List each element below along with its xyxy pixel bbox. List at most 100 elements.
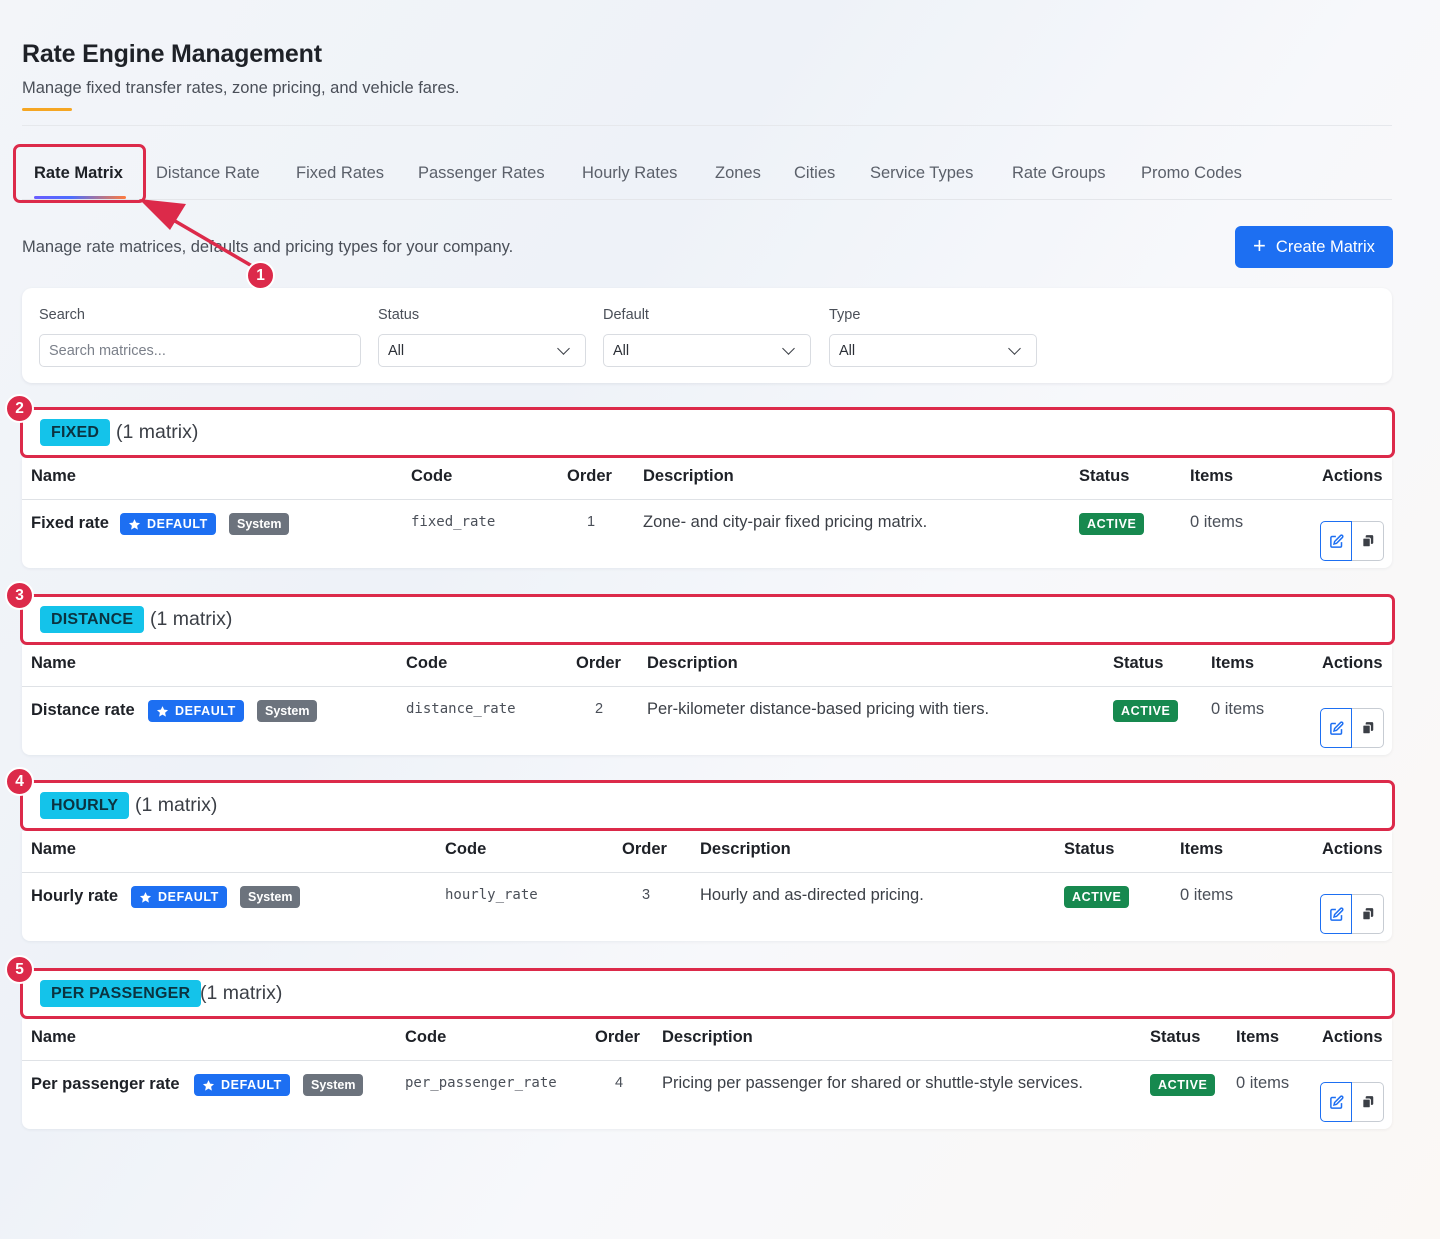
edit-button[interactable]	[1320, 894, 1352, 934]
copy-icon	[1361, 535, 1373, 548]
default-filter-select[interactable]: All	[603, 334, 811, 367]
default-filter-value: All	[613, 342, 630, 359]
type-filter-select[interactable]: All	[829, 334, 1037, 367]
copy-button[interactable]	[1352, 521, 1384, 561]
col-status: Status	[1113, 654, 1164, 672]
col-order: Order	[622, 840, 667, 858]
status-filter-select[interactable]: All	[378, 334, 586, 367]
group-type-badge: DISTANCE	[40, 606, 145, 633]
tab-hourly-rates[interactable]: Hourly Rates	[582, 164, 677, 183]
tab-fixed-rates[interactable]: Fixed Rates	[296, 164, 384, 183]
col-description: Description	[662, 1028, 753, 1046]
row-actions	[1320, 1082, 1384, 1122]
matrix-name[interactable]: Distance rate	[31, 701, 135, 720]
tab-promo-codes[interactable]: Promo Codes	[1141, 164, 1242, 183]
tab-rate-groups[interactable]: Rate Groups	[1012, 164, 1106, 183]
type-filter-label: Type	[829, 307, 861, 323]
copy-button[interactable]	[1352, 894, 1384, 934]
matrix-table-hourly: Name Code Order Description Status Items…	[22, 831, 1392, 941]
status-filter-label: Status	[378, 307, 420, 323]
edit-button[interactable]	[1320, 1082, 1352, 1122]
type-filter-value: All	[839, 342, 856, 359]
col-order: Order	[567, 467, 612, 485]
status-badge: ACTIVE	[1064, 886, 1130, 908]
col-order: Order	[576, 654, 621, 672]
chevron-down-icon	[557, 341, 570, 355]
annotation-highlight-tab	[13, 144, 146, 203]
group-type-badge: HOURLY	[40, 792, 130, 819]
col-items: Items	[1190, 467, 1234, 485]
tab-bar: Rate Matrix Distance Rate Fixed Rates Pa…	[22, 150, 1392, 200]
tab-zones[interactable]: Zones	[715, 164, 761, 183]
matrix-description: Per-kilometer distance-based pricing wit…	[647, 700, 990, 718]
matrix-order: 2	[595, 701, 604, 717]
status-filter-value: All	[388, 342, 405, 359]
edit-icon	[1329, 1094, 1344, 1109]
col-actions: Actions	[1322, 467, 1383, 485]
search-input[interactable]: Search matrices...	[39, 334, 361, 367]
default-filter-label: Default	[603, 307, 649, 323]
section-description: Manage rate matrices, defaults and prici…	[22, 238, 514, 256]
page-subtitle: Manage fixed transfer rates, zone pricin…	[22, 79, 460, 97]
default-badge: DEFAULT	[194, 1074, 290, 1096]
create-matrix-button[interactable]: + Create Matrix	[1235, 226, 1393, 268]
header-divider	[22, 125, 1392, 126]
edit-icon	[1329, 533, 1344, 548]
default-badge: DEFAULT	[148, 700, 244, 722]
annotation-marker: 4	[5, 767, 34, 796]
col-status: Status	[1064, 840, 1115, 858]
header-divider	[22, 686, 1392, 687]
status-badge: ACTIVE	[1113, 700, 1179, 722]
default-badge: DEFAULT	[131, 886, 227, 908]
matrix-order: 4	[615, 1075, 624, 1091]
search-label: Search	[39, 307, 85, 323]
star-icon	[139, 891, 152, 903]
matrix-table-fixed: Name Code Order Description Status Items…	[22, 458, 1392, 568]
rate-engine-page: Rate Engine Management Manage fixed tran…	[0, 0, 1440, 1239]
status-badge: ACTIVE	[1150, 1074, 1216, 1096]
col-name: Name	[31, 467, 76, 485]
matrix-items: 0 items	[1211, 700, 1265, 718]
tab-passenger-rates[interactable]: Passenger Rates	[418, 164, 545, 183]
group-header-fixed: FIXED (1 matrix)	[20, 407, 1395, 458]
col-description: Description	[643, 467, 734, 485]
tab-service-types[interactable]: Service Types	[870, 164, 973, 183]
row-actions	[1320, 894, 1384, 934]
matrix-name[interactable]: Per passenger rate	[31, 1075, 180, 1094]
matrix-description: Zone- and city-pair fixed pricing matrix…	[643, 513, 928, 531]
matrix-table-per-passenger: Name Code Order Description Status Items…	[22, 1019, 1392, 1129]
group-header-hourly: HOURLY (1 matrix)	[20, 780, 1395, 831]
annotation-marker: 3	[5, 581, 34, 610]
group-type-badge: FIXED	[40, 419, 111, 446]
copy-icon	[1361, 908, 1373, 921]
default-badge-label: DEFAULT	[158, 890, 219, 904]
default-badge-label: DEFAULT	[221, 1078, 282, 1092]
copy-icon	[1361, 722, 1373, 735]
col-code: Code	[405, 1028, 447, 1046]
col-name: Name	[31, 1028, 76, 1046]
matrix-name[interactable]: Hourly rate	[31, 887, 118, 906]
tab-cities[interactable]: Cities	[794, 164, 835, 183]
matrix-items: 0 items	[1190, 513, 1244, 531]
matrix-order: 1	[587, 514, 596, 530]
col-actions: Actions	[1322, 654, 1383, 672]
edit-button[interactable]	[1320, 521, 1352, 561]
matrix-code: fixed_rate	[411, 514, 496, 530]
matrix-order: 3	[642, 887, 651, 903]
matrix-items: 0 items	[1236, 1074, 1290, 1092]
group-header-distance: DISTANCE (1 matrix)	[20, 594, 1395, 645]
edit-icon	[1329, 720, 1344, 735]
tab-distance-rate[interactable]: Distance Rate	[156, 164, 260, 183]
star-icon	[202, 1079, 215, 1091]
copy-icon	[1361, 1096, 1373, 1109]
copy-button[interactable]	[1352, 708, 1384, 748]
system-badge: System	[229, 513, 290, 535]
header-divider	[22, 1060, 1392, 1061]
annotation-marker: 5	[5, 955, 34, 984]
edit-button[interactable]	[1320, 708, 1352, 748]
matrix-name[interactable]: Fixed rate	[31, 514, 109, 533]
copy-button[interactable]	[1352, 1082, 1384, 1122]
system-badge: System	[303, 1074, 364, 1096]
col-code: Code	[445, 840, 487, 858]
group-count: (1 matrix)	[116, 421, 199, 443]
